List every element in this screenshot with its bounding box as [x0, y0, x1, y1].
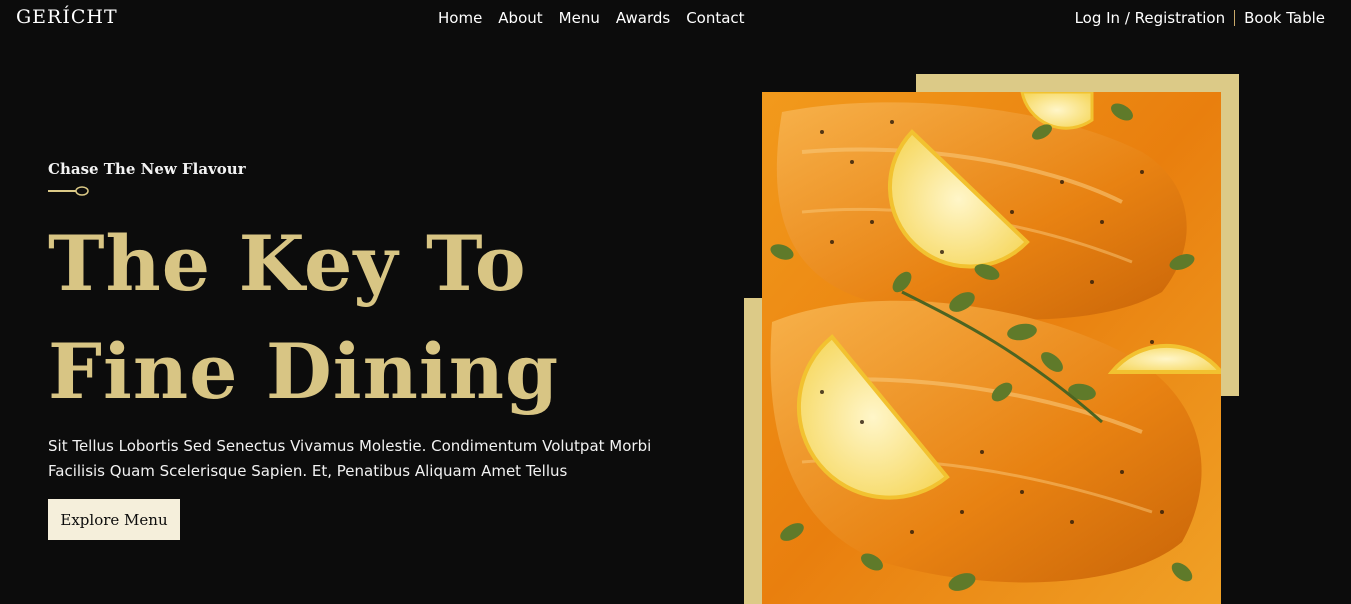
- hero-title-line-1: The Key To: [48, 219, 527, 308]
- hero-description-line-2: Facilisis Quam Scelerisque Sapien. Et, P…: [48, 462, 568, 480]
- spoon-icon: [48, 186, 89, 196]
- navbar: GERÍCHT Home About Menu Awards Contact L…: [0, 0, 1351, 38]
- main-nav: Home About Menu Awards Contact: [438, 9, 745, 27]
- hero-title: The Key To Fine Dining: [48, 210, 668, 426]
- book-table-link[interactable]: Book Table: [1244, 9, 1325, 27]
- hero-description-line-1: Sit Tellus Lobortis Sed Senectus Vivamus…: [48, 437, 652, 455]
- hero-food-image: [762, 92, 1221, 604]
- nav-divider: [1234, 10, 1236, 26]
- nav-link-awards[interactable]: Awards: [616, 9, 670, 27]
- nav-link-home[interactable]: Home: [438, 9, 482, 27]
- hero-title-line-2: Fine Dining: [48, 327, 560, 416]
- nav-link-about[interactable]: About: [498, 9, 542, 27]
- salmon-illustration: [762, 92, 1221, 604]
- login-registration-link[interactable]: Log In / Registration: [1075, 9, 1226, 27]
- hero-tagline: Chase The New Flavour: [48, 160, 246, 178]
- brand-logo[interactable]: GERÍCHT: [16, 6, 118, 28]
- nav-actions: Log In / Registration Book Table: [1075, 9, 1325, 27]
- nav-link-menu[interactable]: Menu: [559, 9, 600, 27]
- hero-description: Sit Tellus Lobortis Sed Senectus Vivamus…: [48, 434, 688, 484]
- nav-link-contact[interactable]: Contact: [686, 9, 744, 27]
- explore-menu-button[interactable]: Explore Menu: [48, 499, 180, 540]
